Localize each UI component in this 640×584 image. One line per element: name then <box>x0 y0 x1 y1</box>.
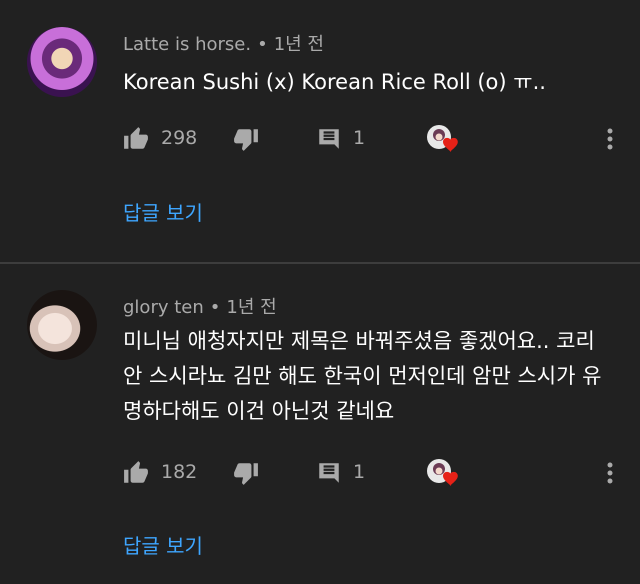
author-name[interactable]: Latte is horse. <box>123 34 251 55</box>
comment-actions: 182 1 <box>123 458 623 488</box>
like-button[interactable] <box>123 458 149 488</box>
more-vert-icon <box>607 462 613 484</box>
more-vert-icon <box>607 128 613 150</box>
avatar[interactable] <box>27 290 97 360</box>
comment-meta: glory ten • 1년 전 <box>123 293 277 319</box>
comment-icon <box>319 463 339 483</box>
avatar[interactable] <box>27 27 97 97</box>
comment-item: glory ten • 1년 전 미니님 애청자지만 제목은 바꿔주셨음 좋겠어요.… <box>0 264 640 584</box>
comment-meta: Latte is horse. • 1년 전 <box>123 30 324 56</box>
more-options-button[interactable] <box>605 124 615 154</box>
comment-time: 1년 전 <box>273 34 324 55</box>
reply-button[interactable] <box>316 458 342 488</box>
creator-heart <box>425 124 459 154</box>
reply-button[interactable] <box>316 124 342 154</box>
separator-dot: • <box>257 34 268 55</box>
creator-heart <box>425 458 459 488</box>
author-name[interactable]: glory ten <box>123 297 204 318</box>
comment-text: Korean Sushi (x) Korean Rice Roll (o) ㅠ.… <box>123 70 546 94</box>
like-count: 298 <box>161 127 198 149</box>
thumbs-down-icon <box>234 463 258 485</box>
dislike-button[interactable] <box>233 458 259 488</box>
dislike-button[interactable] <box>233 124 259 154</box>
like-count: 182 <box>161 461 198 483</box>
thumbs-up-icon <box>124 127 148 149</box>
separator-dot: • <box>209 297 221 318</box>
creator-heart-icon <box>427 125 458 152</box>
view-replies-link[interactable]: 답글 보기 <box>123 530 203 559</box>
comment-time: 1년 전 <box>226 297 277 318</box>
comment-text: 미니님 애청자지만 제목은 바꿔주셨음 좋겠어요.. 코리안 스시라뇨 김만 해… <box>123 329 602 423</box>
view-replies-link[interactable]: 답글 보기 <box>123 197 203 226</box>
reply-count: 1 <box>353 127 366 149</box>
comment-actions: 298 1 <box>123 124 623 154</box>
thumbs-down-icon <box>234 129 258 151</box>
creator-heart-icon <box>427 459 458 486</box>
like-button[interactable] <box>123 124 149 154</box>
comment-icon <box>319 129 339 149</box>
thumbs-up-icon <box>124 461 148 483</box>
comment-item: Latte is horse. • 1년 전 Korean Sushi (x) Ko… <box>0 0 640 262</box>
more-options-button[interactable] <box>605 458 615 488</box>
reply-count: 1 <box>353 461 366 483</box>
